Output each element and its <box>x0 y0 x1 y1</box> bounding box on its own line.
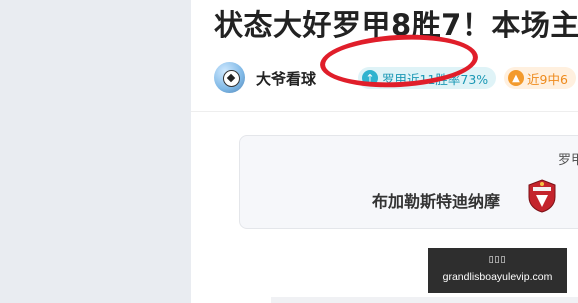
divider <box>191 111 578 112</box>
watermark-url: grandlisboayulevip.com <box>442 271 553 283</box>
club-crest-icon <box>528 179 556 213</box>
hit-rate-label: 近9中6 <box>527 71 568 87</box>
fire-icon: ▲ <box>508 70 524 86</box>
content-strip <box>271 297 578 303</box>
league-label: 罗甲 <box>558 153 578 168</box>
match-card[interactable]: 罗甲 布加勒斯特迪纳摩 <box>239 135 578 229</box>
soccer-ball-icon <box>223 70 240 87</box>
avatar[interactable] <box>214 62 245 93</box>
watermark-top-text: ▯▯▯ <box>488 255 507 265</box>
author-name[interactable]: 大爷看球 <box>256 68 316 89</box>
hit-rate-badge[interactable]: ▲ 近9中6 <box>504 67 576 89</box>
home-team-name: 布加勒斯特迪纳摩 <box>372 192 501 211</box>
watermark-overlay: ▯▯▯ grandlisboayulevip.com <box>428 248 567 293</box>
